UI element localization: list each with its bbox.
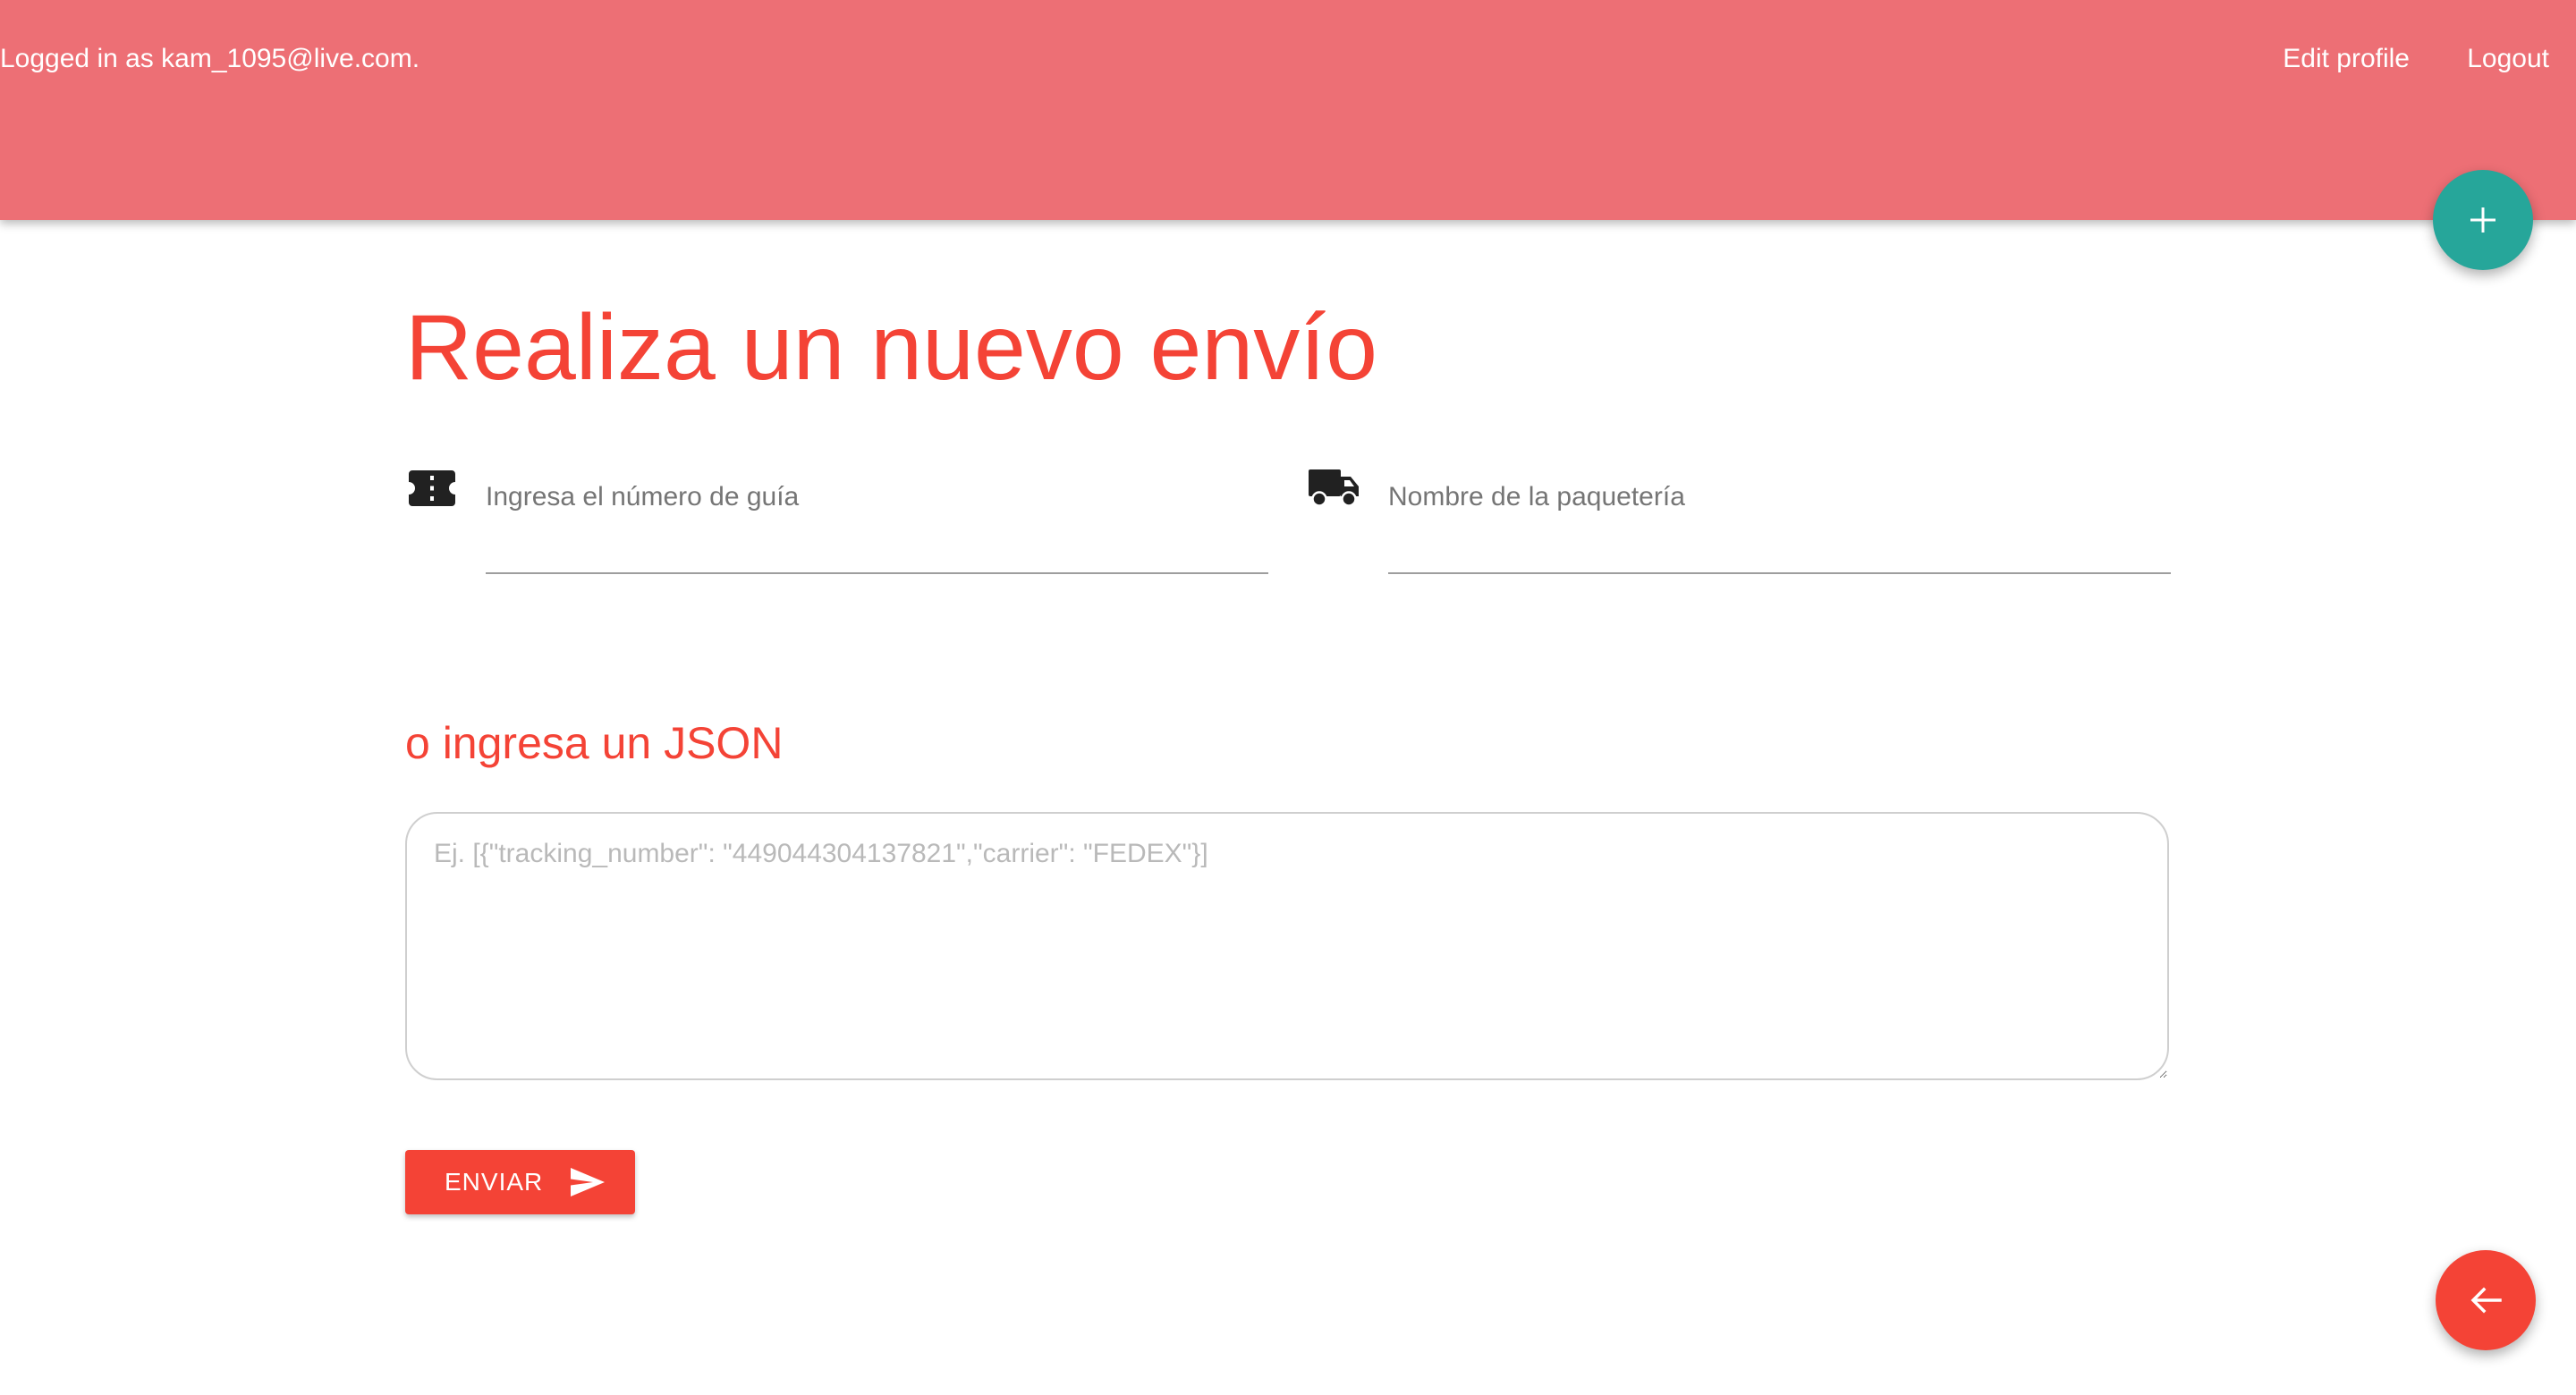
back-fab-button[interactable] bbox=[2436, 1250, 2536, 1350]
top-navbar: Logged in as kam_1095@live.com. Edit pro… bbox=[0, 0, 2576, 220]
arrow-left-icon bbox=[2470, 1287, 2502, 1314]
carrier-underline bbox=[1388, 461, 2171, 574]
logged-in-text: Logged in as kam_1095@live.com. bbox=[0, 44, 420, 73]
tracking-number-underline bbox=[486, 461, 1268, 574]
submit-button[interactable]: ENVIAR bbox=[405, 1150, 635, 1214]
json-textarea[interactable] bbox=[405, 812, 2169, 1080]
tracking-number-field bbox=[405, 461, 1268, 574]
carrier-field bbox=[1308, 461, 2171, 574]
ticket-icon bbox=[405, 461, 459, 515]
edit-profile-link[interactable]: Edit profile bbox=[2283, 39, 2410, 79]
submit-button-label: ENVIAR bbox=[445, 1168, 544, 1196]
tracking-number-input[interactable] bbox=[486, 461, 1268, 533]
logout-link[interactable]: Logout bbox=[2467, 39, 2549, 79]
json-subtitle: o ingresa un JSON bbox=[405, 718, 784, 768]
send-icon bbox=[571, 1168, 605, 1196]
plus-icon bbox=[2470, 207, 2496, 232]
truck-icon bbox=[1308, 461, 1361, 515]
carrier-input[interactable] bbox=[1388, 461, 2171, 533]
add-fab-button[interactable] bbox=[2433, 170, 2533, 270]
page-title: Realiza un nuevo envío bbox=[405, 296, 1377, 400]
